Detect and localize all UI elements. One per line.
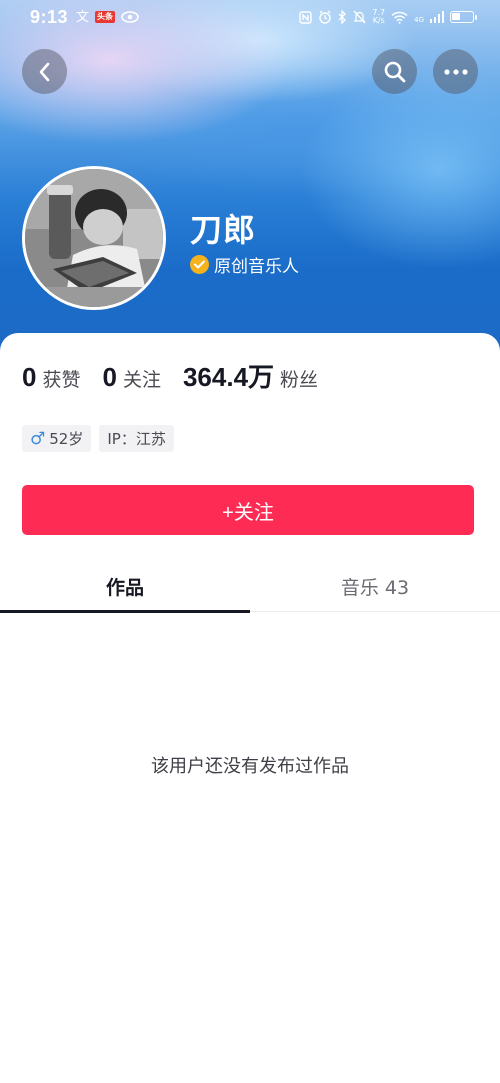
alarm-icon	[319, 10, 332, 24]
mute-icon	[353, 10, 366, 24]
search-button[interactable]	[372, 49, 417, 94]
tab-works[interactable]: 作品	[0, 560, 250, 613]
age-label: 52岁	[49, 430, 84, 448]
stat-likes-label: 获赞	[42, 369, 81, 391]
stats-row: 0 获赞 0 关注 364.4万 粉丝	[22, 357, 340, 394]
stat-following[interactable]: 0 关注	[102, 362, 160, 393]
chevron-left-icon	[39, 62, 49, 81]
signal-type-label: 4G	[414, 16, 424, 24]
gender-age-tag: ♂ 52岁	[22, 425, 92, 452]
text-translate-icon: 文	[76, 9, 90, 25]
stat-likes[interactable]: 0 获赞	[22, 362, 80, 393]
male-icon: ♂	[30, 428, 46, 449]
status-bar: 9:13 文 头条 7.7 K/s 4G	[0, 0, 500, 34]
search-icon	[384, 61, 405, 82]
status-notification-icons: 文 头条	[76, 11, 139, 24]
more-dots-icon	[443, 68, 468, 75]
stat-followers[interactable]: 364.4万 粉丝	[183, 357, 318, 394]
stat-followers-label: 粉丝	[280, 369, 319, 391]
verified-badge-icon	[190, 255, 209, 274]
bluetooth-icon	[338, 10, 347, 24]
eye-icon	[121, 11, 139, 23]
cellular-signal-icon	[430, 11, 444, 23]
stat-likes-value: 0	[22, 362, 37, 392]
battery-icon	[450, 11, 477, 23]
stat-following-value: 0	[102, 362, 117, 392]
ip-label: IP：江苏	[107, 430, 166, 448]
follow-button[interactable]: +关注	[22, 485, 474, 535]
net-speed-unit: K/s	[372, 16, 385, 25]
wifi-icon	[391, 11, 408, 24]
status-time: 9:13	[30, 6, 69, 27]
more-button[interactable]	[433, 49, 478, 94]
profile-name: 刀郎	[190, 211, 257, 249]
back-button[interactable]	[22, 49, 67, 94]
profile-tags: ♂ 52岁 IP：江苏	[22, 425, 174, 452]
nfc-icon	[299, 10, 313, 24]
avatar[interactable]	[22, 166, 166, 310]
battery-level	[452, 13, 460, 20]
status-system-icons: 7.7 K/s 4G	[299, 9, 477, 25]
net-speed: 7.7 K/s	[372, 9, 385, 25]
verification-label: 原创音乐人	[214, 257, 299, 277]
avatar-photo	[25, 169, 163, 307]
empty-works-message: 该用户还没有发布过作品	[151, 756, 349, 777]
verification-row: 原创音乐人	[190, 252, 299, 277]
tab-music[interactable]: 音乐 43	[250, 560, 500, 612]
stat-followers-value: 364.4万	[182, 362, 275, 392]
stat-following-label: 关注	[122, 369, 161, 391]
ip-location-tag: IP：江苏	[99, 425, 174, 452]
content-tabs: 作品 音乐 43	[0, 560, 500, 613]
toutiao-app-icon: 头条	[95, 11, 116, 23]
